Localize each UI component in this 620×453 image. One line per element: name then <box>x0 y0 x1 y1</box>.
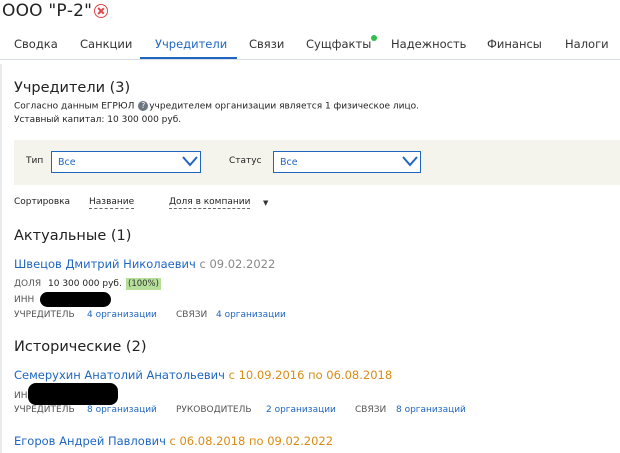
status-filter-label: Статус <box>229 156 262 166</box>
founder-orgs-link[interactable]: 4 организации <box>87 310 157 320</box>
new-facts-dot-icon <box>371 35 377 41</box>
head-orgs-link[interactable]: 2 организации <box>266 405 336 415</box>
historical-founder-1-period: с 10.09.2016 по 06.08.2018 <box>228 368 393 382</box>
status-select-value: Все <box>280 157 298 168</box>
founder-role-label: УЧРЕДИТЕЛЬ <box>14 405 75 415</box>
sort-label: Сортировка <box>14 197 71 207</box>
page-header: ООО "Р-2" <box>0 0 620 28</box>
historical-founder-2-period: с 06.08.2018 по 09.02.2022 <box>169 434 334 448</box>
type-filter-label: Тип <box>26 156 44 166</box>
tab-bar: Сводка Санкции Учредители Связи Сущфакты… <box>0 28 620 60</box>
egrul-info-start: Согласно данным ЕГРЮЛ <box>14 101 135 112</box>
founder-name-link[interactable]: Швецов Дмитрий Николаевич с 09.02.2022 <box>14 257 275 271</box>
founder-name[interactable]: Швецов Дмитрий Николаевич <box>14 257 196 271</box>
close-icon[interactable] <box>94 4 108 18</box>
chevron-down-icon <box>182 156 198 167</box>
company-title: ООО "Р-2" <box>2 1 93 21</box>
egrul-info: Согласно данным ЕГРЮЛ ? учредителем орган… <box>14 101 419 112</box>
active-tab-indicator <box>140 57 237 59</box>
tab-taxes[interactable]: Налоги <box>565 37 609 51</box>
inn-redaction <box>40 292 111 307</box>
sort-by-name[interactable]: Название <box>89 197 135 209</box>
status-select[interactable]: Все <box>273 151 421 173</box>
filter-panel: Тип Все Статус Все <box>14 140 620 185</box>
inn-label: ИНН <box>14 295 35 305</box>
tab-finance[interactable]: Финансы <box>487 37 542 51</box>
tab-founders[interactable]: Учредители <box>155 37 227 51</box>
links-label: СВЯЗИ <box>176 310 208 320</box>
links-label: СВЯЗИ <box>355 405 387 415</box>
share-percent-badge: (100%) <box>126 278 161 290</box>
share-label: ДОЛЯ <box>14 279 42 289</box>
sort-caret-icon[interactable]: ▼ <box>263 199 268 207</box>
content-border <box>0 64 2 453</box>
egrul-info-end: учредителем организации является 1 физич… <box>149 101 419 112</box>
head-role-label: РУКОВОДИТЕЛЬ <box>176 405 252 415</box>
historical-founder-1-link[interactable]: Семерухин Анатолий Анатольевич с 10.09.2… <box>14 368 392 382</box>
links-orgs-link[interactable]: 4 организации <box>216 310 286 320</box>
founder-since: с 09.02.2022 <box>199 257 276 271</box>
tab-links[interactable]: Связи <box>249 37 284 51</box>
chevron-down-icon <box>402 156 418 167</box>
inn-redaction <box>28 383 118 405</box>
type-select[interactable]: Все <box>51 151 201 173</box>
founders-title: Учредители (3) <box>14 80 131 96</box>
historical-founder-2-link[interactable]: Егоров Андрей Павлович с 06.08.2018 по 0… <box>14 434 333 448</box>
historical-title: Исторические (2) <box>14 339 147 355</box>
founder-orgs-link[interactable]: 8 организаций <box>87 405 157 415</box>
tab-summary[interactable]: Сводка <box>14 37 58 51</box>
actual-title: Актуальные (1) <box>14 228 132 244</box>
tab-sanctions[interactable]: Санкции <box>80 37 132 51</box>
historical-founder-2-name[interactable]: Егоров Андрей Павлович <box>14 434 166 448</box>
founder-role-label: УЧРЕДИТЕЛЬ <box>14 310 75 320</box>
help-icon[interactable]: ? <box>138 101 149 111</box>
tab-reliability[interactable]: Надежность <box>391 37 466 51</box>
share-value: 10 300 000 руб. <box>48 279 122 289</box>
authorized-capital: Уставный капитал: 10 300 000 руб. <box>14 115 182 125</box>
type-select-value: Все <box>58 157 76 168</box>
historical-founder-1-name[interactable]: Семерухин Анатолий Анатольевич <box>14 368 225 382</box>
tab-facts[interactable]: Сущфакты <box>306 37 371 51</box>
sort-by-share[interactable]: Доля в компании <box>169 197 251 209</box>
links-orgs-link[interactable]: 8 организаций <box>396 405 466 415</box>
